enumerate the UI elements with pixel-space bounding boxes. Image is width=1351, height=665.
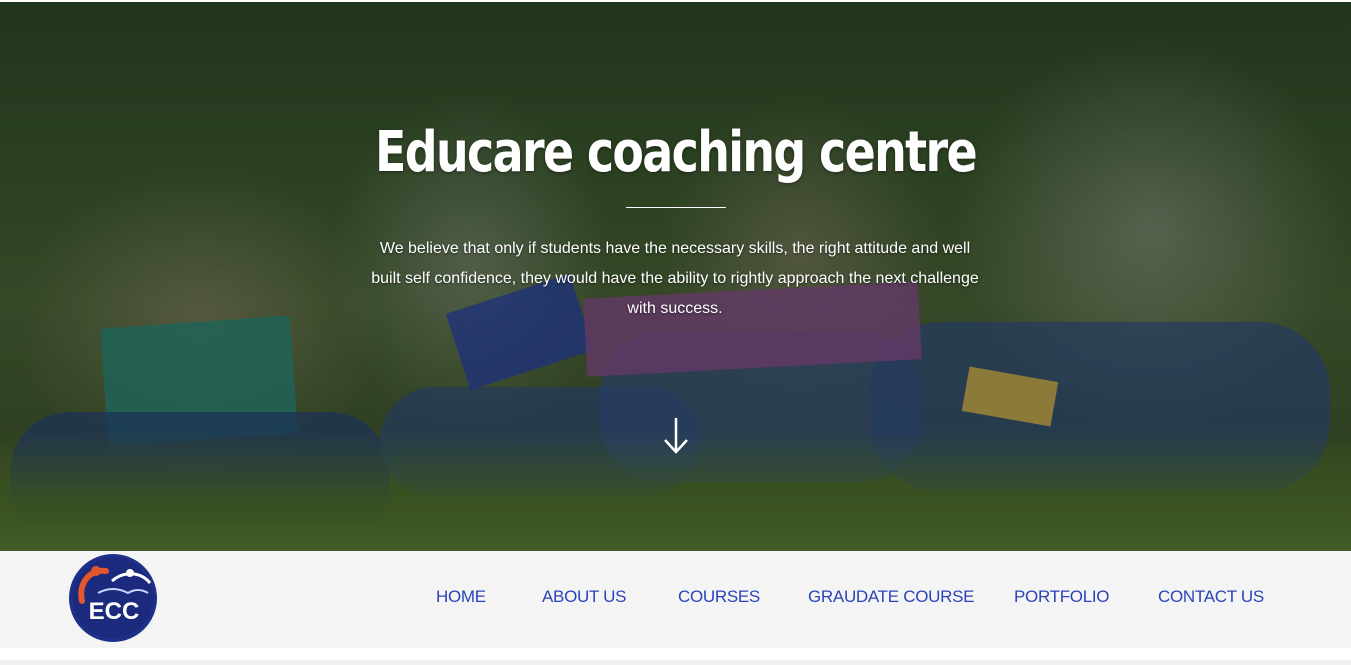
logo-text: ECC: [89, 598, 140, 625]
hero-divider: [626, 207, 726, 208]
nav-item-graduate-course[interactable]: GRAUDATE COURSE: [808, 587, 974, 607]
hero-content: Educare coaching centre We believe that …: [0, 2, 1351, 551]
nav-item-about-us[interactable]: ABOUT US: [542, 587, 627, 607]
nav-item-portfolio[interactable]: PORTFOLIO: [1014, 587, 1110, 607]
nav-item-courses[interactable]: COURSES: [678, 587, 760, 607]
arrow-down-icon[interactable]: [661, 416, 691, 456]
nav-item-contact-us[interactable]: CONTACT US: [1158, 587, 1264, 607]
hero-description: We believe that only if students have th…: [371, 240, 979, 317]
hero-title: Educare coaching centre: [375, 120, 978, 185]
site-logo[interactable]: ECC: [68, 553, 158, 643]
divider: [0, 660, 1351, 665]
nav-item-home[interactable]: HOME: [436, 587, 486, 607]
main-navbar: ECC HOME ABOUT US COURSES GRAUDATE COURS…: [0, 551, 1351, 648]
hero-banner: Educare coaching centre We believe that …: [0, 2, 1351, 551]
